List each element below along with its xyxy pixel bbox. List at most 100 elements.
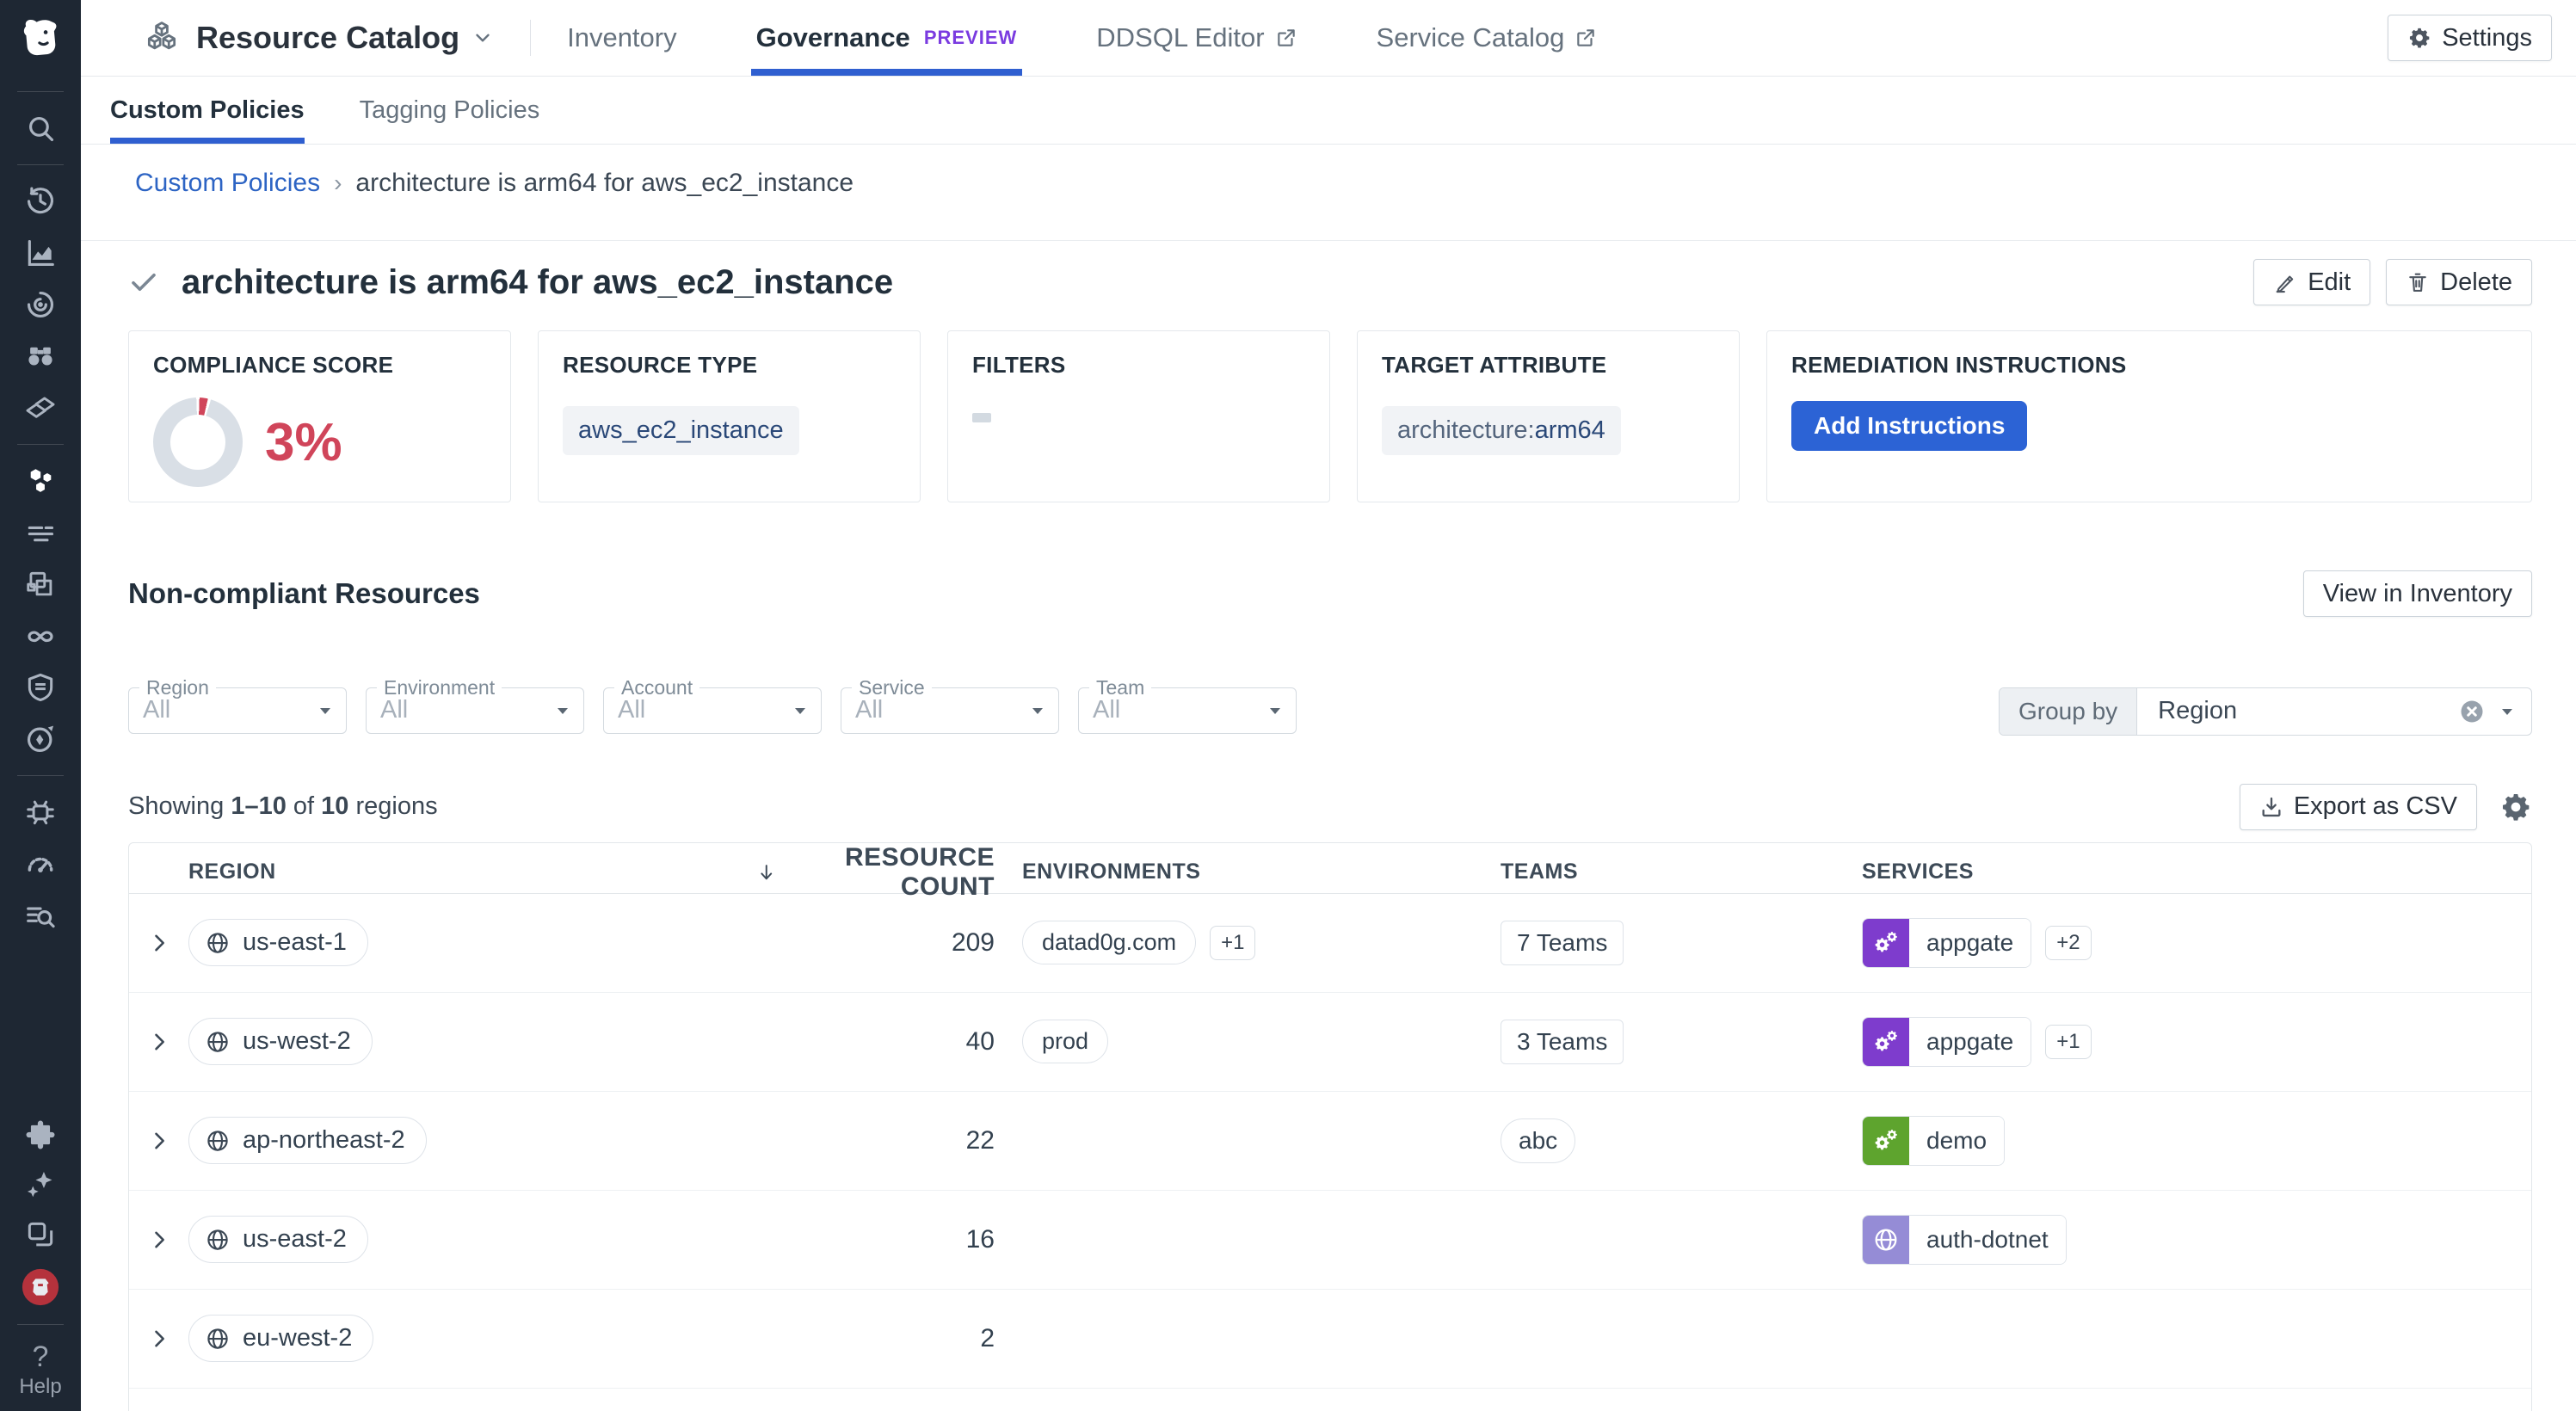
- resource-type-tag[interactable]: aws_ec2_instance: [563, 406, 799, 455]
- chevron-right-icon[interactable]: [147, 931, 171, 955]
- apm-icon: [24, 288, 57, 321]
- header-environments[interactable]: ENVIRONMENTS: [1003, 860, 1489, 884]
- chevron-right-icon[interactable]: [147, 1129, 171, 1153]
- sidebar-item-metrics[interactable]: [23, 236, 58, 270]
- header-services[interactable]: SERVICES: [1855, 860, 2531, 884]
- help-button[interactable]: ? Help: [19, 1342, 61, 1399]
- nav-service-catalog[interactable]: Service Catalog: [1377, 0, 1598, 76]
- globe-icon: [205, 1227, 231, 1253]
- region-pill[interactable]: us-west-2: [188, 1018, 373, 1065]
- team-pill[interactable]: 7 Teams: [1501, 921, 1624, 965]
- main-area: Resource Catalog Inventory Governance PR…: [81, 0, 2576, 1411]
- sidebar-item-history[interactable]: [23, 184, 58, 219]
- environments-cell: prod: [1003, 1020, 1489, 1063]
- top-header: Resource Catalog Inventory Governance PR…: [81, 0, 2576, 77]
- more-services-pill[interactable]: +1: [2045, 1025, 2091, 1059]
- add-instructions-button[interactable]: Add Instructions: [1791, 401, 2027, 451]
- chevron-right-icon[interactable]: [147, 1030, 171, 1054]
- sidebar-item-resource-catalog-hexagons[interactable]: [23, 464, 58, 498]
- target-attribute-tag[interactable]: architecture:arm64: [1382, 406, 1621, 455]
- delete-button[interactable]: Delete: [2386, 259, 2532, 305]
- nav-label: DDSQL Editor: [1096, 22, 1264, 53]
- filter-select-service[interactable]: ServiceAll: [841, 687, 1059, 734]
- breadcrumb: Custom Policies › architecture is arm64 …: [135, 169, 2532, 198]
- sidebar-item-integrations-puzzle[interactable]: [23, 1118, 58, 1152]
- sort-descending-icon: [756, 860, 777, 884]
- filter-label: Account: [614, 676, 699, 699]
- more-environments-pill[interactable]: +1: [1210, 926, 1255, 960]
- gauge-icon: [24, 847, 57, 880]
- environment-pill[interactable]: datad0g.com: [1022, 921, 1196, 964]
- filter-select-account[interactable]: AccountAll: [603, 687, 822, 734]
- nav-ddsql-editor[interactable]: DDSQL Editor: [1096, 0, 1297, 76]
- history-icon: [24, 185, 57, 218]
- sidebar-item-bits-sparkles[interactable]: [23, 1168, 58, 1202]
- table-settings-gear-icon[interactable]: [2499, 791, 2532, 823]
- filter-select-team[interactable]: TeamAll: [1078, 687, 1297, 734]
- chevron-right-icon[interactable]: [147, 1228, 171, 1252]
- table-row: us-east-216auth-dotnet: [129, 1190, 2531, 1289]
- more-services-pill[interactable]: +2: [2045, 926, 2091, 960]
- settings-button[interactable]: Settings: [2388, 15, 2552, 61]
- breadcrumb-parent-link[interactable]: Custom Policies: [135, 169, 320, 198]
- sidebar-item-watchdog[interactable]: [23, 339, 58, 373]
- team-pill[interactable]: 3 Teams: [1501, 1020, 1624, 1064]
- group-by-control[interactable]: Group by Region: [1999, 687, 2532, 736]
- nav-label: Service Catalog: [1377, 22, 1565, 53]
- region-pill[interactable]: us-east-2: [188, 1216, 368, 1263]
- nav-inventory[interactable]: Inventory: [567, 0, 677, 76]
- filter-label: Environment: [377, 676, 502, 699]
- sidebar-item-ci-pipelines[interactable]: [23, 619, 58, 653]
- user-avatar[interactable]: [21, 1267, 60, 1307]
- chevron-right-icon[interactable]: [147, 1327, 171, 1351]
- tab-label: Tagging Policies: [360, 96, 540, 125]
- service-pill[interactable]: appgate: [1862, 1017, 2031, 1067]
- tag-value: arm64: [1535, 416, 1605, 444]
- sidebar-item-workspaces-copy[interactable]: [23, 1217, 58, 1252]
- nav-governance[interactable]: Governance PREVIEW: [756, 0, 1018, 76]
- sidebar-item-gauge[interactable]: [23, 847, 58, 881]
- app-sidebar: ? Help: [0, 0, 81, 1411]
- datadog-logo[interactable]: [0, 0, 81, 76]
- filter-select-environment[interactable]: EnvironmentAll: [366, 687, 584, 734]
- header-region[interactable]: REGION: [182, 860, 749, 884]
- gears-icon: [1872, 1028, 1900, 1056]
- sidebar-item-dashboards[interactable]: [23, 567, 58, 601]
- filters-row: RegionAll EnvironmentAll AccountAll Service…: [128, 687, 2532, 736]
- region-pill[interactable]: eu-west-2: [188, 1315, 373, 1362]
- view-in-inventory-button[interactable]: View in Inventory: [2303, 570, 2532, 617]
- caret-down-icon: [1265, 700, 1285, 721]
- edit-button[interactable]: Edit: [2253, 259, 2370, 305]
- sidebar-item-apm[interactable]: [23, 287, 58, 322]
- compliance-score-value: 3%: [265, 412, 342, 473]
- sidebar-item-error-tracking-bug[interactable]: [23, 795, 58, 829]
- service-pill[interactable]: demo: [1862, 1116, 2005, 1166]
- app-switcher[interactable]: Resource Catalog: [143, 0, 494, 76]
- environment-pill[interactable]: prod: [1022, 1020, 1108, 1063]
- tab-custom-policies[interactable]: Custom Policies: [110, 77, 305, 144]
- filter-value: All: [1093, 696, 1120, 724]
- region-pill[interactable]: us-east-1: [188, 919, 368, 966]
- tab-tagging-policies[interactable]: Tagging Policies: [360, 77, 540, 144]
- logs-icon: [24, 516, 57, 549]
- export-csv-button[interactable]: Export as CSV: [2240, 784, 2477, 830]
- team-pill[interactable]: abc: [1501, 1118, 1575, 1163]
- header-teams[interactable]: TEAMS: [1489, 860, 1855, 884]
- sidebar-item-synthetics[interactable]: [23, 722, 58, 756]
- caret-down-icon: [2497, 701, 2517, 722]
- clear-icon[interactable]: [2459, 699, 2485, 724]
- row-expand-cell: [129, 1228, 182, 1252]
- sidebar-item-logs[interactable]: [23, 515, 58, 550]
- filter-select-region[interactable]: RegionAll: [128, 687, 347, 734]
- services-cell: appgate +1: [1855, 1017, 2531, 1067]
- region-pill[interactable]: ap-northeast-2: [188, 1117, 427, 1164]
- sidebar-item-audit-search[interactable]: [23, 898, 58, 933]
- sidebar-item-security-shield[interactable]: [23, 670, 58, 705]
- sidebar-item-search[interactable]: [23, 111, 58, 145]
- header-resource-count[interactable]: RESOURCE COUNT: [749, 843, 1003, 902]
- sidebar-item-infrastructure[interactable]: [23, 391, 58, 425]
- service-pill[interactable]: appgate: [1862, 918, 2031, 968]
- service-pill[interactable]: auth-dotnet: [1862, 1215, 2067, 1265]
- security-shield-icon: [24, 671, 57, 704]
- trash-icon: [2406, 270, 2430, 294]
